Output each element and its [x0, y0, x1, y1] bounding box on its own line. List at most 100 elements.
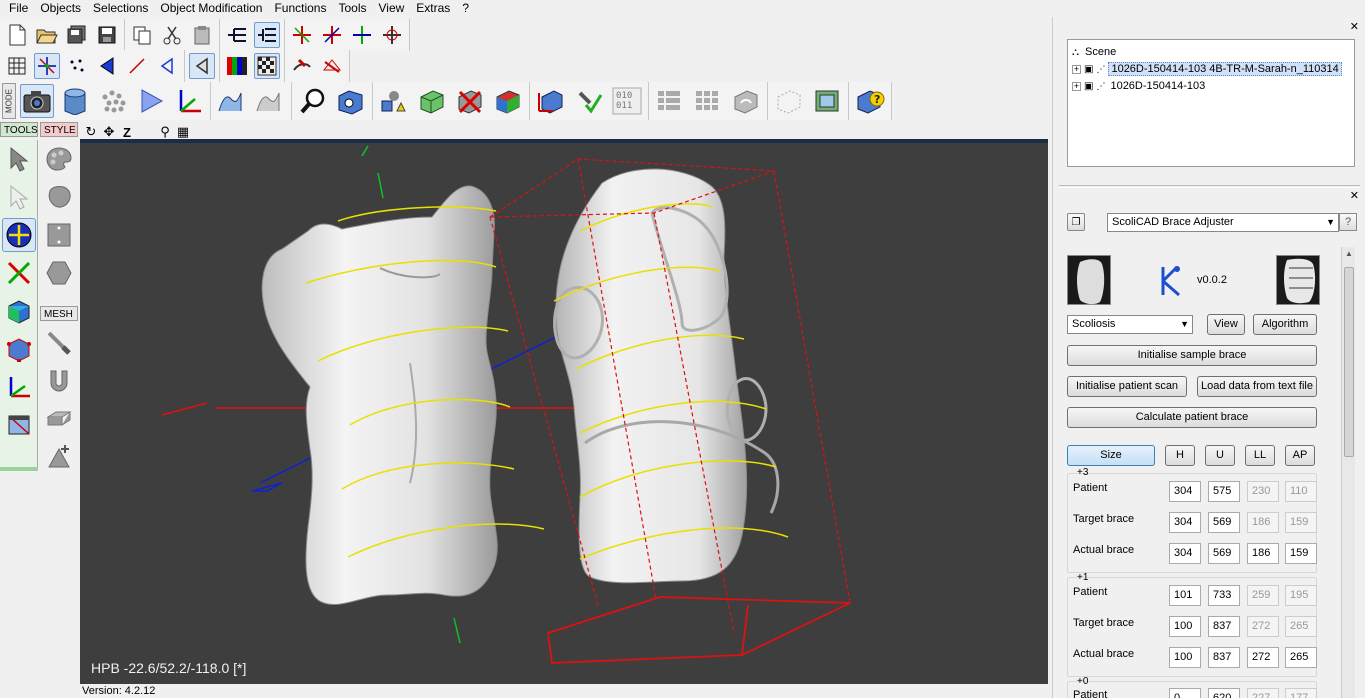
scroll-thumb[interactable]	[1344, 267, 1354, 457]
plugin-window-button[interactable]: ❐	[1067, 213, 1085, 231]
wire-box-button[interactable]	[772, 84, 806, 118]
cylinder-mode-button[interactable]	[58, 84, 92, 118]
copy-button[interactable]	[129, 22, 155, 48]
axis-yz-button[interactable]	[349, 22, 375, 48]
plugin-help-button[interactable]: ?	[1339, 213, 1357, 231]
menu-objects[interactable]: Objects	[34, 0, 87, 17]
knife-tool[interactable]	[42, 326, 76, 360]
plugin-scrollbar[interactable]: ▲	[1341, 247, 1355, 698]
add-triangle-tool[interactable]	[42, 440, 76, 474]
tree-item-1[interactable]: + ▣ ⋰ 1026D-150414-103	[1072, 78, 1207, 94]
value-field[interactable]: 304	[1169, 481, 1201, 502]
layer-grid-button[interactable]	[653, 84, 687, 118]
menu-extras[interactable]: Extras	[410, 0, 456, 17]
tab-size[interactable]: Size	[1067, 445, 1155, 466]
delete-box-button[interactable]	[453, 84, 487, 118]
grid-button[interactable]	[4, 53, 30, 79]
save-all-button[interactable]	[64, 22, 90, 48]
transform-box-button[interactable]	[534, 84, 568, 118]
tab-h[interactable]: H	[1165, 445, 1195, 466]
color-box-button[interactable]	[491, 84, 525, 118]
plugin-select[interactable]: ScoliCAD Brace Adjuster ▼	[1107, 212, 1339, 232]
expand-plus-icon[interactable]: +	[1072, 64, 1081, 74]
panel-divider[interactable]	[1059, 185, 1360, 188]
tab-u[interactable]: U	[1205, 445, 1235, 466]
view-button[interactable]: View	[1207, 314, 1245, 335]
surface-grey-button[interactable]	[253, 84, 287, 118]
init-patient-scan-button[interactable]: Initialise patient scan	[1067, 376, 1187, 397]
menu-help[interactable]: ?	[456, 0, 475, 17]
menu-file[interactable]: File	[3, 0, 34, 17]
select-triangle-button[interactable]	[94, 53, 120, 79]
tree-item-0[interactable]: + ▣ ⋰ 1026D-150414-103 4B-TR-M-Sarah-n_1…	[1072, 61, 1342, 77]
sphere-move-tool[interactable]	[1, 218, 36, 252]
triangle-mode-3d-button[interactable]	[134, 84, 168, 118]
menu-selections[interactable]: Selections	[87, 0, 154, 17]
cube-wire-tool[interactable]	[2, 332, 36, 366]
points-button[interactable]	[64, 53, 90, 79]
green-box-button[interactable]	[415, 84, 449, 118]
load-data-button[interactable]: Load data from text file	[1197, 376, 1317, 397]
select-points-button[interactable]	[34, 53, 60, 79]
magnet-tool[interactable]	[42, 364, 76, 398]
outline-triangle-button[interactable]	[154, 53, 180, 79]
menu-tools[interactable]: Tools	[332, 0, 372, 17]
axis-x-button[interactable]	[289, 22, 315, 48]
paste-button[interactable]	[189, 22, 215, 48]
magnify-button[interactable]	[296, 84, 330, 118]
tools-tab[interactable]: TOOLS	[0, 122, 38, 137]
value-field[interactable]: 569	[1208, 512, 1240, 533]
3d-viewport[interactable]: HPB -22.6/52.2/-118.0 [*]	[80, 143, 1048, 684]
hammer-check-button[interactable]	[572, 84, 606, 118]
close-scene-panel-icon[interactable]: ✕	[1350, 20, 1359, 33]
value-field[interactable]: 0	[1169, 688, 1201, 698]
line-tool-button[interactable]	[124, 53, 150, 79]
value-field[interactable]: 101	[1169, 585, 1201, 606]
checker-button[interactable]	[254, 53, 280, 79]
value-field[interactable]: 304	[1169, 512, 1201, 533]
cut-button[interactable]	[159, 22, 185, 48]
value-field[interactable]: 186	[1247, 543, 1279, 564]
plane-tool[interactable]	[2, 408, 36, 442]
wire-box-green-button[interactable]	[810, 84, 844, 118]
color-bars-button[interactable]	[224, 53, 250, 79]
square-dots-style[interactable]	[42, 218, 76, 252]
init-sample-brace-button[interactable]: Initialise sample brace	[1067, 345, 1317, 366]
cross-arrows-tool[interactable]	[2, 256, 36, 290]
outline-arrow-tool[interactable]	[2, 180, 36, 214]
axis-tool[interactable]	[2, 370, 36, 404]
tab-ll[interactable]: LL	[1245, 445, 1275, 466]
menu-object-modification[interactable]: Object Modification	[154, 0, 268, 17]
erase-button[interactable]	[319, 53, 345, 79]
scroll-up-icon[interactable]: ▲	[1342, 247, 1356, 261]
axis-zx-button[interactable]	[319, 22, 345, 48]
value-field[interactable]: 304	[1169, 543, 1201, 564]
mode-select[interactable]: Scoliosis ▼	[1067, 315, 1193, 334]
binary-button[interactable]: 010 011	[610, 84, 644, 118]
object-group-button[interactable]	[377, 84, 411, 118]
value-field[interactable]: 569	[1208, 543, 1240, 564]
point-cloud-mode-button[interactable]	[96, 84, 130, 118]
value-field[interactable]: 837	[1208, 616, 1240, 637]
calculate-brace-button[interactable]: Calculate patient brace	[1067, 407, 1317, 428]
tree-root[interactable]: ⛬ Scene	[1072, 44, 1118, 60]
eye-box-button[interactable]	[334, 84, 368, 118]
cube-color-tool[interactable]	[2, 294, 36, 328]
value-field[interactable]: 265	[1285, 647, 1317, 668]
mesh-tab[interactable]: MESH	[40, 306, 78, 321]
slab-tool[interactable]	[42, 402, 76, 436]
open-file-button[interactable]	[34, 22, 60, 48]
algorithm-button[interactable]: Algorithm	[1253, 314, 1317, 335]
help-box-button[interactable]: ?	[853, 84, 887, 118]
list-view-button[interactable]	[254, 22, 280, 48]
tab-ap[interactable]: AP	[1285, 445, 1315, 466]
select-arrow-tool[interactable]	[2, 142, 36, 176]
surface-button[interactable]	[215, 84, 249, 118]
close-plugin-panel-icon[interactable]: ✕	[1350, 189, 1359, 202]
palette-style[interactable]	[42, 142, 76, 176]
value-field[interactable]: 837	[1208, 647, 1240, 668]
link-box-button[interactable]	[729, 84, 763, 118]
value-field[interactable]: 100	[1169, 616, 1201, 637]
triangle-mode-button[interactable]	[189, 53, 215, 79]
value-field[interactable]: 100	[1169, 647, 1201, 668]
